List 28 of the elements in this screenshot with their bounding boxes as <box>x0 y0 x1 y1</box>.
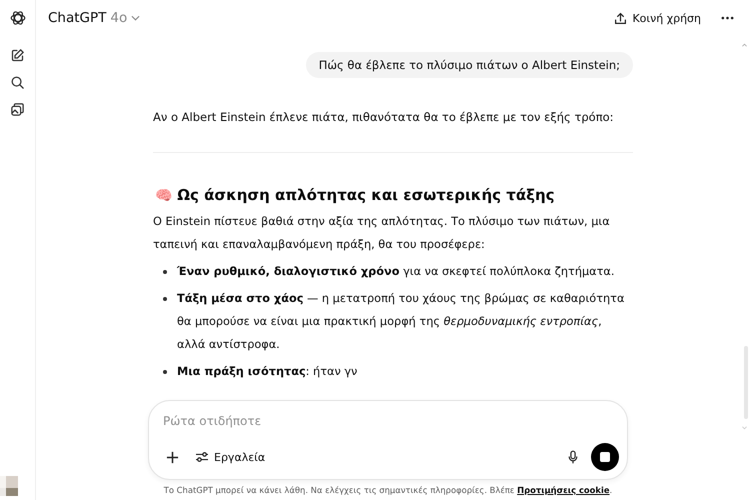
paragraph: Ο Einstein πίστευε βαθιά στην αξία της απλότητας. Το πλύσιμο των πιάτων, μια ταπεινή και επαναλαμβανόμενη πράξη, θα του προσέφερε: <box>153 214 611 253</box>
section-heading: 🧠 Ως άσκηση απλότητας και εσωτερικής τάξης <box>155 186 556 204</box>
list-item: Έναν ρυθμικό, διαλογιστικό χρόνο για να σκεφτεί πολύπλοκα ζητήματα. <box>177 264 616 280</box>
more-icon <box>721 16 734 20</box>
plus-icon <box>166 450 179 464</box>
share-button[interactable]: Κοινή χρήση <box>608 8 707 28</box>
assistant-text: Αν ο Albert Einstein έπλενε πιάτα, πιθανότατα θα το έβλεπε με τον εξής τρόπο: <box>153 110 615 124</box>
images-icon[interactable] <box>10 102 25 117</box>
stop-button[interactable] <box>591 443 619 471</box>
logo-icon[interactable] <box>8 9 26 27</box>
cookie-preferences-link[interactable]: Προτιμήσεις cookie <box>517 485 610 495</box>
stop-icon <box>600 452 610 462</box>
upload-icon <box>614 12 628 24</box>
new-chat-icon[interactable] <box>10 48 25 63</box>
search-icon[interactable] <box>10 75 25 90</box>
model-selector[interactable]: ChatGPT 4o <box>40 6 148 30</box>
chevron-down-icon <box>131 15 140 21</box>
bullet-icon <box>163 370 167 374</box>
microphone-icon <box>568 450 578 464</box>
bullet-icon <box>163 270 167 274</box>
user-message: Πώς θα έβλεπε το πλύσιμο πιάτων ο Albert Einstein; <box>306 52 633 78</box>
list-item: Μια πράξη ισότητας: ήταν γν <box>177 364 358 380</box>
list-item: Τάξη μέσα στο χάος — η μετατροπή του χάους της βρώμας σε καθαριότητα θα μπορούσε να είναι μια πρακτική μορφή της θερμοδυναμικής εντροπίας, αλλά αντίστροφα. <box>177 291 626 353</box>
message-input[interactable]: Ρώτα οτιδήποτε <box>163 411 615 431</box>
bullet-icon <box>163 297 167 301</box>
sliders-icon <box>195 451 209 463</box>
tools-button[interactable]: Εργαλεία <box>192 448 268 466</box>
disclaimer-text: Το ChatGPT μπορεί να κάνει λάθη. Να ελέγχεις τις σημαντικές πληροφορίες. Βλέπε Προτιμήσεις cookie. <box>164 485 612 495</box>
